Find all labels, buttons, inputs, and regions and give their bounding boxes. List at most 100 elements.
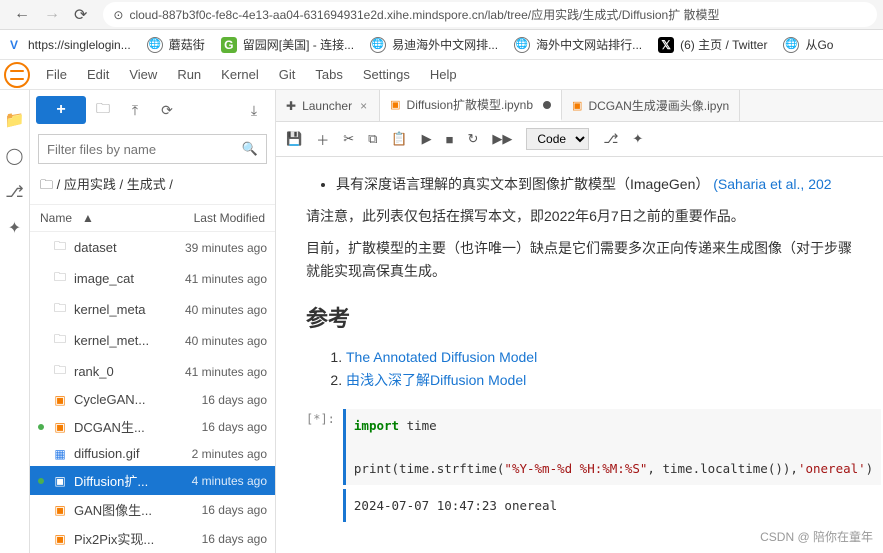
running-indicator-icon xyxy=(38,478,44,484)
file-row[interactable]: 🗀dataset39 minutes ago xyxy=(30,232,275,263)
code-cell[interactable]: [*]: import time print(time.strftime("%Y… xyxy=(306,409,863,522)
cell-type-select[interactable]: Code xyxy=(526,128,589,150)
extension-icon[interactable]: ✦ xyxy=(8,218,21,238)
menu-run[interactable]: Run xyxy=(175,63,203,86)
jupyter-logo-icon[interactable] xyxy=(4,62,30,88)
file-row[interactable]: ▣DCGAN生...16 days ago xyxy=(30,412,275,441)
menu-tabs[interactable]: Tabs xyxy=(313,63,344,86)
refresh-icon[interactable]: ⟳ xyxy=(152,96,182,124)
copy-icon[interactable]: ⧉ xyxy=(368,131,377,147)
filter-input[interactable] xyxy=(47,142,242,157)
back-icon[interactable]: ← xyxy=(14,5,30,25)
notebook-content: 具有深度语言理解的真实文本到图像扩散模型（ImageGen） (Saharia … xyxy=(276,157,883,553)
upload-icon[interactable]: ⤒ xyxy=(120,96,150,124)
header-name[interactable]: Name ▲ xyxy=(40,211,94,225)
paragraph: 请注意，此列表仅包括在撰写本文，即2022年6月7日之前的重要作品。 xyxy=(306,205,863,229)
heading-references: 参考 xyxy=(306,300,863,337)
git-pull-icon[interactable]: ⤓ xyxy=(239,96,269,124)
file-time: 2 minutes ago xyxy=(192,447,267,461)
nb-icon: ▣ xyxy=(52,474,68,488)
git-icon[interactable]: ⎇ xyxy=(603,131,618,147)
bookmark-liuyuan[interactable]: G留园网[美国] - 连接... xyxy=(221,36,354,53)
bookmark-go[interactable]: 🌐从Go xyxy=(783,36,833,53)
file-row[interactable]: ▦diffusion.gif2 minutes ago xyxy=(30,441,275,466)
new-folder-icon[interactable]: 🗀 xyxy=(88,96,118,124)
save-icon[interactable]: 💾 xyxy=(286,131,302,147)
url-text: cloud-887b3f0c-fe8c-4e13-aa04-631694931e… xyxy=(129,6,719,23)
file-time: 4 minutes ago xyxy=(192,474,267,488)
header-modified[interactable]: Last Modified xyxy=(194,211,265,225)
bookmark-singlelogin[interactable]: Vhttps://singlelogin... xyxy=(6,37,131,53)
menu-file[interactable]: File xyxy=(44,63,69,86)
breadcrumb[interactable]: 🗀 / 应用实践 / 生成式 / xyxy=(30,168,275,204)
cell-code[interactable]: import time print(time.strftime("%Y-%m-%… xyxy=(343,409,881,485)
restart-icon[interactable]: ↻ xyxy=(467,131,478,147)
bookmark-mogujie[interactable]: 🌐蘑菇街 xyxy=(147,36,205,53)
render-icon[interactable]: ✦ xyxy=(632,131,643,147)
tab-diffusion[interactable]: ▣ Diffusion扩散模型.ipynb xyxy=(380,90,562,121)
tab-launcher[interactable]: ✚ Launcher × xyxy=(276,90,380,121)
folder-icon: 🗀 xyxy=(52,237,68,258)
menu-edit[interactable]: Edit xyxy=(85,63,111,86)
file-name: kernel_met... xyxy=(74,333,179,348)
tab-dcgan[interactable]: ▣ DCGAN生成漫画头像.ipyn xyxy=(562,90,740,121)
bookmark-haiwai[interactable]: 🌐海外中文网站排行... xyxy=(514,36,642,53)
url-bar[interactable]: ⊙ cloud-887b3f0c-fe8c-4e13-aa04-63169493… xyxy=(103,2,877,27)
notebook-icon: ▣ xyxy=(572,99,582,112)
menu-git[interactable]: Git xyxy=(277,63,298,86)
paste-icon[interactable]: 📋 xyxy=(391,131,407,147)
notebook-icon: ▣ xyxy=(390,98,400,111)
menu-view[interactable]: View xyxy=(127,63,159,86)
browser-nav: ← → ⟳ xyxy=(6,5,95,25)
close-icon[interactable]: × xyxy=(358,99,369,113)
nb-icon: ▣ xyxy=(52,532,68,546)
add-cell-icon[interactable]: ＋ xyxy=(316,130,329,149)
list-item: 具有深度语言理解的真实文本到图像扩散模型（ImageGen） (Saharia … xyxy=(336,173,863,197)
file-row[interactable]: 🗀 rank_0 41 minutes ago xyxy=(30,356,275,387)
bookmark-yidi[interactable]: 🌐易迪海外中文网排... xyxy=(370,36,498,53)
cell-output: 2024-07-07 10:47:23 onereal xyxy=(343,489,881,522)
file-list-header[interactable]: Name ▲ Last Modified xyxy=(30,204,275,232)
file-row[interactable]: ▣GAN图像生...16 days ago xyxy=(30,495,275,524)
citation-link[interactable]: (Saharia et al., 202 xyxy=(713,176,831,192)
file-time: 16 days ago xyxy=(202,532,267,546)
nb-icon: ▣ xyxy=(52,503,68,517)
file-browser: + 🗀 ⤒ ⟳ ⤓ 🔍 🗀 / 应用实践 / 生成式 / Name ▲ Last… xyxy=(30,90,276,553)
site-info-icon[interactable]: ⊙ xyxy=(113,8,123,22)
running-icon[interactable]: ◯ xyxy=(6,146,24,166)
reference-link-1[interactable]: The Annotated Diffusion Model xyxy=(346,349,537,365)
stop-icon[interactable]: ■ xyxy=(446,132,454,147)
search-icon: 🔍 xyxy=(242,141,258,157)
cell-prompt: [*]: xyxy=(306,409,343,522)
file-filter-input[interactable]: 🔍 xyxy=(38,134,267,164)
file-row[interactable]: 🗀kernel_meta40 minutes ago xyxy=(30,294,275,325)
watermark: CSDN @ 陪你在童年 xyxy=(760,528,873,545)
file-row[interactable]: ▣CycleGAN...16 days ago xyxy=(30,387,275,412)
file-time: 41 minutes ago xyxy=(185,365,267,379)
reload-icon[interactable]: ⟳ xyxy=(74,5,87,25)
running-indicator-icon xyxy=(38,424,44,430)
run-icon[interactable]: ▶ xyxy=(422,131,432,147)
folder-icon: 🗀 xyxy=(52,299,68,320)
bookmark-twitter[interactable]: 𝕏(6) 主页 / Twitter xyxy=(658,36,767,53)
forward-icon[interactable]: → xyxy=(44,5,60,25)
file-row[interactable]: ▣Pix2Pix实现...16 days ago xyxy=(30,524,275,553)
git-icon[interactable]: ⎇ xyxy=(5,182,23,202)
menu-settings[interactable]: Settings xyxy=(361,63,412,86)
file-row[interactable]: ▣Diffusion扩...4 minutes ago xyxy=(30,466,275,495)
file-row[interactable]: 🗀image_cat41 minutes ago xyxy=(30,263,275,294)
new-launcher-button[interactable]: + xyxy=(36,96,86,124)
folder-icon: 🗀 xyxy=(52,330,68,351)
menu-kernel[interactable]: Kernel xyxy=(219,63,261,86)
menu-help[interactable]: Help xyxy=(428,63,459,86)
folder-icon: 🗀 xyxy=(52,361,68,382)
cut-icon[interactable]: ✂ xyxy=(343,131,354,147)
file-row[interactable]: 🗀kernel_met...40 minutes ago xyxy=(30,325,275,356)
file-time: 16 days ago xyxy=(202,393,267,407)
file-name: diffusion.gif xyxy=(74,446,186,461)
reference-link-2[interactable]: 由浅入深了解Diffusion Model xyxy=(346,372,526,388)
filebrowser-icon[interactable]: 📁 xyxy=(5,110,25,130)
fastforward-icon[interactable]: ▶▶ xyxy=(492,131,512,147)
paragraph: 目前，扩散模型的主要（也许唯一）缺点是它们需要多次正向传递来生成图像（对于步骤就… xyxy=(306,237,863,285)
file-name: rank_0 xyxy=(74,364,179,379)
